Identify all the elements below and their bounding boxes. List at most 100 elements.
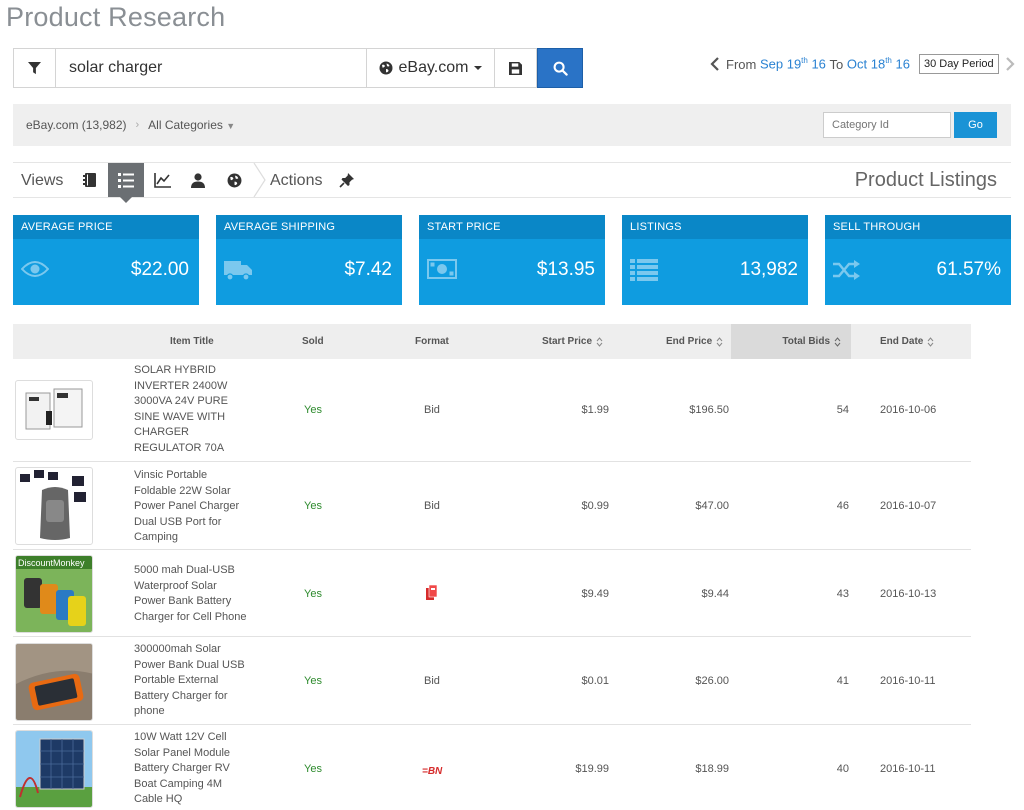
end-price: $196.50 [689,404,729,416]
view-map-button[interactable] [216,163,252,197]
view-sellers-button[interactable] [180,163,216,197]
column-header-end-price[interactable]: End Price [666,324,723,359]
stat-value: $13.95 [536,259,595,280]
search-button[interactable] [537,48,583,88]
start-price: $19.99 [575,763,609,775]
to-label: To [829,56,844,72]
floppy-disk-icon [509,61,522,75]
shuffle-icon [833,260,860,280]
stat-label: START PRICE [419,215,605,239]
period-select-button[interactable]: 30 Day Period [918,54,999,74]
from-date[interactable]: Sep 19th 16 [760,56,826,71]
item-title[interactable]: 300000mah Solar Power Bank Dual USB Portab… [134,642,245,720]
column-header-total-bids[interactable]: Total Bids [731,324,851,359]
globe-icon [227,173,241,187]
format-value [426,584,438,607]
breadcrumb: eBay.com (13,982) › All Categories ▼ [26,118,235,132]
product-thumbnail[interactable] [15,643,93,721]
user-icon [191,172,205,188]
category-go-button[interactable]: Go [954,112,997,138]
table-header: Item Title Sold Format Start Price End P… [13,324,971,359]
eye-icon [21,261,49,277]
table-row[interactable]: Vinsic Portable Foldable 22W Solar Power P… [13,463,971,550]
stat-label: AVERAGE SHIPPING [216,215,402,239]
category-dropdown[interactable]: All Categories ▼ [148,118,235,132]
table-row[interactable]: 300000mah Solar Power Bank Dual USB Portab… [13,638,971,725]
product-thumbnail[interactable] [15,467,93,545]
list-icon [630,259,658,281]
pin-button[interactable] [329,163,365,197]
chevron-right-icon[interactable] [1005,57,1015,71]
total-bids: 54 [836,404,849,416]
filter-icon [28,61,41,74]
format-value: Bid [424,675,440,687]
stat-card-sell-through: SELL THROUGH 61.57% [825,215,1011,305]
start-price: $9.49 [581,588,609,600]
product-thumbnail[interactable]: DiscountMonkey [15,555,93,633]
table-row[interactable]: 10W Watt 12V Cell Solar Panel Module Batte… [13,726,971,810]
total-bids: 43 [836,588,849,600]
format-value: Bid [424,500,440,512]
end-date: 2016-10-11 [880,763,936,775]
table-row[interactable]: DiscountMonkey 5000 mah Dual-USB Waterpro… [13,551,971,637]
product-thumbnail[interactable] [15,730,93,808]
view-grid-button[interactable] [72,163,108,197]
stat-label: AVERAGE PRICE [13,215,199,239]
page-title: Product Research [6,2,226,32]
search-bar: eBay.com [13,48,583,88]
view-chart-button[interactable] [144,163,180,197]
stat-value: 13,982 [739,259,798,280]
column-header-end-date[interactable]: End Date [880,324,934,359]
end-price: $18.99 [695,763,729,775]
sold-value: Yes [304,404,322,416]
end-date: 2016-10-07 [880,500,937,512]
stat-card-average-price: AVERAGE PRICE $22.00 [13,215,199,305]
pin-icon [339,173,354,188]
format-value: Bid [424,404,440,416]
column-header-format[interactable]: Format [415,324,449,359]
end-price: $9.44 [701,588,729,600]
sold-value: Yes [304,675,322,687]
line-chart-icon [153,172,171,188]
globe-icon [379,61,393,75]
buy-it-now-badge: =BN [422,766,443,777]
stat-card-start-price: START PRICE $13.95 [419,215,605,305]
stat-value: 61.57% [936,259,1001,280]
money-icon [427,259,457,279]
fixed-price-icon [426,584,438,600]
search-input[interactable] [55,48,367,88]
category-id-input[interactable] [823,112,951,138]
total-bids: 40 [836,763,849,775]
from-label: From [726,56,757,72]
views-label: Views [21,172,64,189]
sold-value: Yes [304,763,322,775]
product-thumbnail[interactable] [15,380,93,440]
site-dropdown[interactable]: eBay.com [367,48,495,88]
category-bar: eBay.com (13,982) › All Categories ▼ Go [13,104,1011,146]
sort-icon [716,336,723,347]
book-icon [83,173,96,187]
stat-value: $22.00 [130,259,189,280]
save-search-button[interactable] [495,48,537,88]
to-date[interactable]: Oct 18th 16 [847,56,910,71]
view-list-button[interactable] [108,163,144,203]
sort-icon [834,336,841,347]
end-date: 2016-10-06 [880,404,937,416]
column-header-start-price[interactable]: Start Price [542,324,603,359]
chevron-left-icon[interactable] [710,57,720,71]
start-price: $0.01 [581,675,609,687]
sold-value: Yes [304,500,322,512]
item-title[interactable]: SOLAR HYBRID INVERTER 2400W 3000VA 24V PUR… [134,363,228,456]
column-header-item-title[interactable]: Item Title [170,324,214,359]
column-header-sold[interactable]: Sold [302,324,324,359]
filter-button[interactable] [13,48,55,88]
divider-chevron [253,163,266,197]
site-count-crumb[interactable]: eBay.com (13,982) [26,118,127,132]
item-title[interactable]: Vinsic Portable Foldable 22W Solar Power P… [134,468,239,546]
caret-down-icon [474,66,483,70]
table-row[interactable]: SOLAR HYBRID INVERTER 2400W 3000VA 24V PUR… [13,359,971,462]
stat-label: LISTINGS [622,215,808,239]
item-title[interactable]: 5000 mah Dual-USB Waterproof Solar Power B… [134,563,247,625]
views-toolbar: Views Actions Product Listings [13,162,1011,203]
item-title[interactable]: 10W Watt 12V Cell Solar Panel Module Batte… [134,730,230,808]
